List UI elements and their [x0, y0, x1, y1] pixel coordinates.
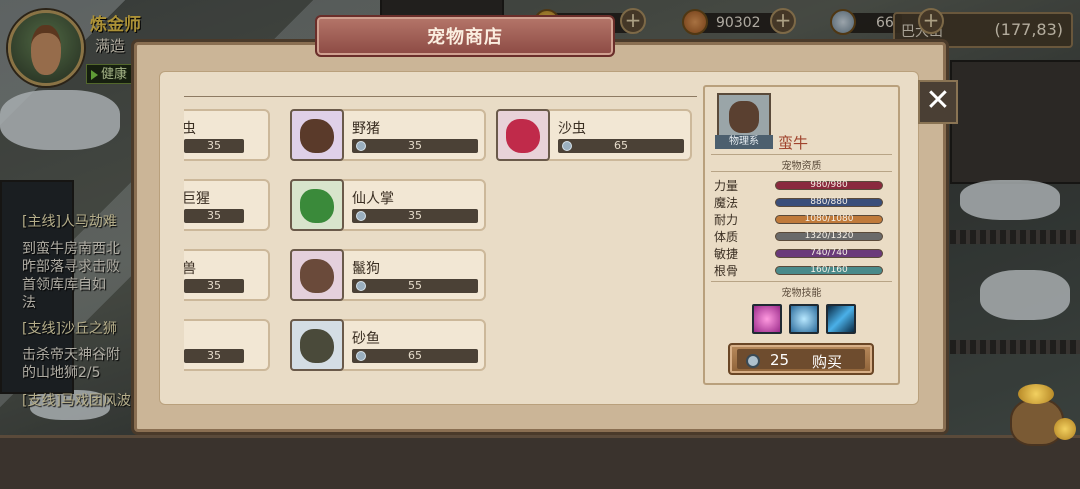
pet-detail-panel: 物理系 蛮牛 宠物资质 力量 980/980 魔法 880/880 耐力 108… [703, 85, 900, 385]
blue-shield-skill-icon[interactable] [789, 304, 819, 334]
buy-label: 购买 [812, 353, 843, 371]
money-bag-icon[interactable] [1000, 378, 1080, 446]
pet-portrait [290, 179, 344, 231]
pet-name: 沙虫 [558, 121, 586, 137]
pet-portrait [290, 249, 344, 301]
pet-card[interactable]: 巨猩 35 [184, 179, 270, 231]
pet-card[interactable]: 兽 35 [184, 249, 270, 301]
price-bar: 35 [184, 139, 244, 153]
stat-label: 根骨 [714, 264, 739, 278]
pet-price: 55 [408, 279, 422, 292]
pet-card[interactable]: 野猪 35 [290, 109, 486, 161]
pet-name: 鬣狗 [352, 261, 380, 277]
pet-name: 砂鱼 [352, 331, 380, 347]
stat-value: 880/880 [810, 197, 848, 207]
pet-price: 35 [207, 139, 221, 152]
cactus-icon [300, 189, 334, 223]
pet-name: 野猪 [352, 121, 380, 137]
close-button[interactable]: ✕ [918, 80, 958, 124]
stat-label: 体质 [714, 230, 739, 244]
pet-card[interactable]: 虫 35 [184, 109, 270, 161]
pet-price: 35 [207, 209, 221, 222]
coin-stack [1054, 418, 1076, 440]
selected-pet-name: 蛮牛 [778, 134, 809, 152]
boar-icon [300, 119, 334, 153]
buy-price: 25 [770, 351, 790, 369]
price-bar: 35 [184, 279, 244, 293]
pet-price: 65 [614, 139, 628, 152]
stat-label: 耐力 [714, 213, 739, 227]
bull-icon [729, 101, 759, 133]
divider [711, 171, 892, 172]
pet-name: 仙人掌 [352, 191, 394, 207]
list-divider [184, 96, 697, 97]
pet-card[interactable]: 砂鱼 65 [290, 319, 486, 371]
pet-card[interactable]: 沙虫 65 [496, 109, 692, 161]
stat-label: 力量 [714, 179, 739, 193]
price-bar: 35 [184, 349, 244, 363]
pet-portrait [290, 319, 344, 371]
price-bar: 65 [558, 139, 684, 153]
claw-slash-skill-icon[interactable] [826, 304, 856, 334]
sandworm-icon [506, 119, 540, 153]
dialog-title: 宠物商店 [427, 27, 503, 48]
stat-value: 1320/1320 [804, 231, 854, 241]
pet-card[interactable]: 仙人掌 35 [290, 179, 486, 231]
pet-price: 35 [408, 139, 422, 152]
divider [711, 281, 892, 282]
pet-name: 巨猩 [184, 191, 210, 207]
buy-button[interactable]: 25 购买 [728, 343, 874, 375]
stat-label: 敏捷 [714, 247, 739, 261]
pet-type-badge: 物理系 [715, 135, 773, 149]
pet-card[interactable]: 鬣狗 55 [290, 249, 486, 301]
pet-name: 兽 [184, 261, 196, 277]
pet-card[interactable]: 35 [184, 319, 270, 371]
title-ribbon: 宠物商店 [295, 15, 635, 57]
bottom-bar [0, 435, 1080, 489]
coins-pile [1018, 384, 1054, 404]
divider [711, 154, 892, 155]
stat-value: 160/160 [810, 265, 848, 275]
pet-price: 35 [207, 279, 221, 292]
price-bar: 65 [352, 349, 478, 363]
pet-name: 虫 [184, 121, 196, 137]
sandfish-icon [300, 329, 334, 363]
stat-label: 魔法 [714, 196, 739, 210]
pet-price: 65 [408, 349, 422, 362]
pet-price: 35 [207, 349, 221, 362]
skills-title: 宠物技能 [781, 288, 822, 299]
price-bar: 35 [352, 139, 478, 153]
pet-portrait [496, 109, 550, 161]
hyena-icon [300, 259, 334, 293]
price-bar: 35 [184, 209, 244, 223]
coin-icon [746, 354, 760, 368]
stat-value: 740/740 [810, 248, 848, 258]
pink-crystal-skill-icon[interactable] [752, 304, 782, 334]
pet-price: 35 [408, 209, 422, 222]
price-bar: 35 [352, 209, 478, 223]
price-bar: 55 [352, 279, 478, 293]
pet-portrait [290, 109, 344, 161]
pet-list: 虫 35 野猪 35 沙虫 65 巨猩 35 仙人掌 35 兽 35 鬣狗 55… [184, 100, 698, 390]
stat-value: 980/980 [810, 180, 848, 190]
stat-value: 1080/1080 [804, 214, 854, 224]
aptitude-title: 宠物资质 [781, 161, 822, 172]
